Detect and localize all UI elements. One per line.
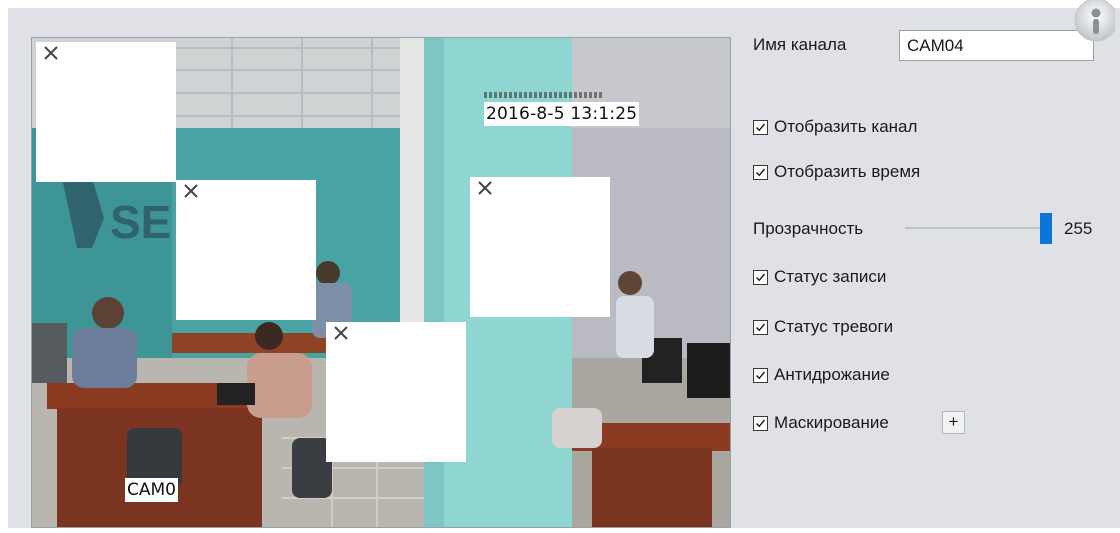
transparency-slider-thumb[interactable]: [1040, 213, 1052, 244]
svg-text:SE: SE: [110, 196, 171, 248]
channel-name-label: Имя канала: [753, 35, 847, 54]
camera-preview: SE 2016-8-5 13:1:25 CAM0: [31, 37, 731, 528]
show-channel-label: Отобразить канал: [774, 117, 918, 136]
osd-time-label[interactable]: 2016-8-5 13:1:25: [484, 102, 640, 126]
antishake-row[interactable]: Антидрожание: [753, 362, 890, 388]
privacy-mask-1[interactable]: [36, 42, 176, 182]
antishake-checkbox[interactable]: [753, 367, 768, 383]
close-icon[interactable]: [182, 182, 200, 200]
record-status-checkbox[interactable]: [753, 269, 768, 285]
checkbox-checked-icon: [755, 168, 766, 176]
show-channel-checkbox[interactable]: [753, 119, 768, 135]
alarm-status-row[interactable]: Статус тревоги: [753, 314, 893, 340]
show-time-row[interactable]: Отобразить время: [753, 159, 920, 185]
show-channel-row[interactable]: Отобразить канал: [753, 114, 917, 140]
osd-time-shadow: [484, 92, 604, 98]
add-mask-button[interactable]: +: [942, 411, 965, 434]
transparency-label: Прозрачность: [753, 219, 864, 238]
masking-row[interactable]: Маскирование: [753, 410, 889, 436]
transparency-value: 255: [1064, 219, 1093, 238]
antishake-label: Антидрожание: [774, 365, 890, 384]
osd-settings-panel: SE 2016-8-5 13:1:25 CAM0 Имя канала CAM0…: [8, 8, 1120, 528]
masking-checkbox[interactable]: [753, 415, 768, 431]
close-icon[interactable]: [332, 324, 350, 342]
show-time-label: Отобразить время: [774, 162, 921, 181]
close-icon[interactable]: [476, 179, 494, 197]
channel-name-input[interactable]: [899, 30, 1094, 61]
privacy-mask-4[interactable]: [326, 322, 466, 462]
privacy-mask-3[interactable]: [470, 177, 610, 317]
checkbox-checked-icon: [755, 371, 766, 379]
channel-name-row: Имя канала: [753, 32, 846, 58]
checkbox-checked-icon: [755, 273, 766, 281]
checkbox-checked-icon: [755, 419, 766, 427]
osd-channel-label[interactable]: CAM0: [125, 478, 178, 502]
close-icon[interactable]: [42, 44, 60, 62]
alarm-status-checkbox[interactable]: [753, 319, 768, 335]
record-status-label: Статус записи: [774, 267, 887, 286]
transparency-row: Прозрачность: [753, 216, 863, 242]
alarm-status-label: Статус тревоги: [774, 317, 894, 336]
transparency-slider-track[interactable]: [905, 227, 1049, 229]
privacy-mask-2[interactable]: [176, 180, 316, 320]
record-status-row[interactable]: Статус записи: [753, 264, 886, 290]
show-time-checkbox[interactable]: [753, 164, 768, 180]
checkbox-checked-icon: [755, 323, 766, 331]
help-icon[interactable]: [1069, 0, 1115, 46]
osd-settings-form: Имя канала Отобразить канал Отобразить в…: [753, 8, 1113, 528]
checkbox-checked-icon: [755, 123, 766, 131]
masking-label: Маскирование: [774, 413, 889, 432]
